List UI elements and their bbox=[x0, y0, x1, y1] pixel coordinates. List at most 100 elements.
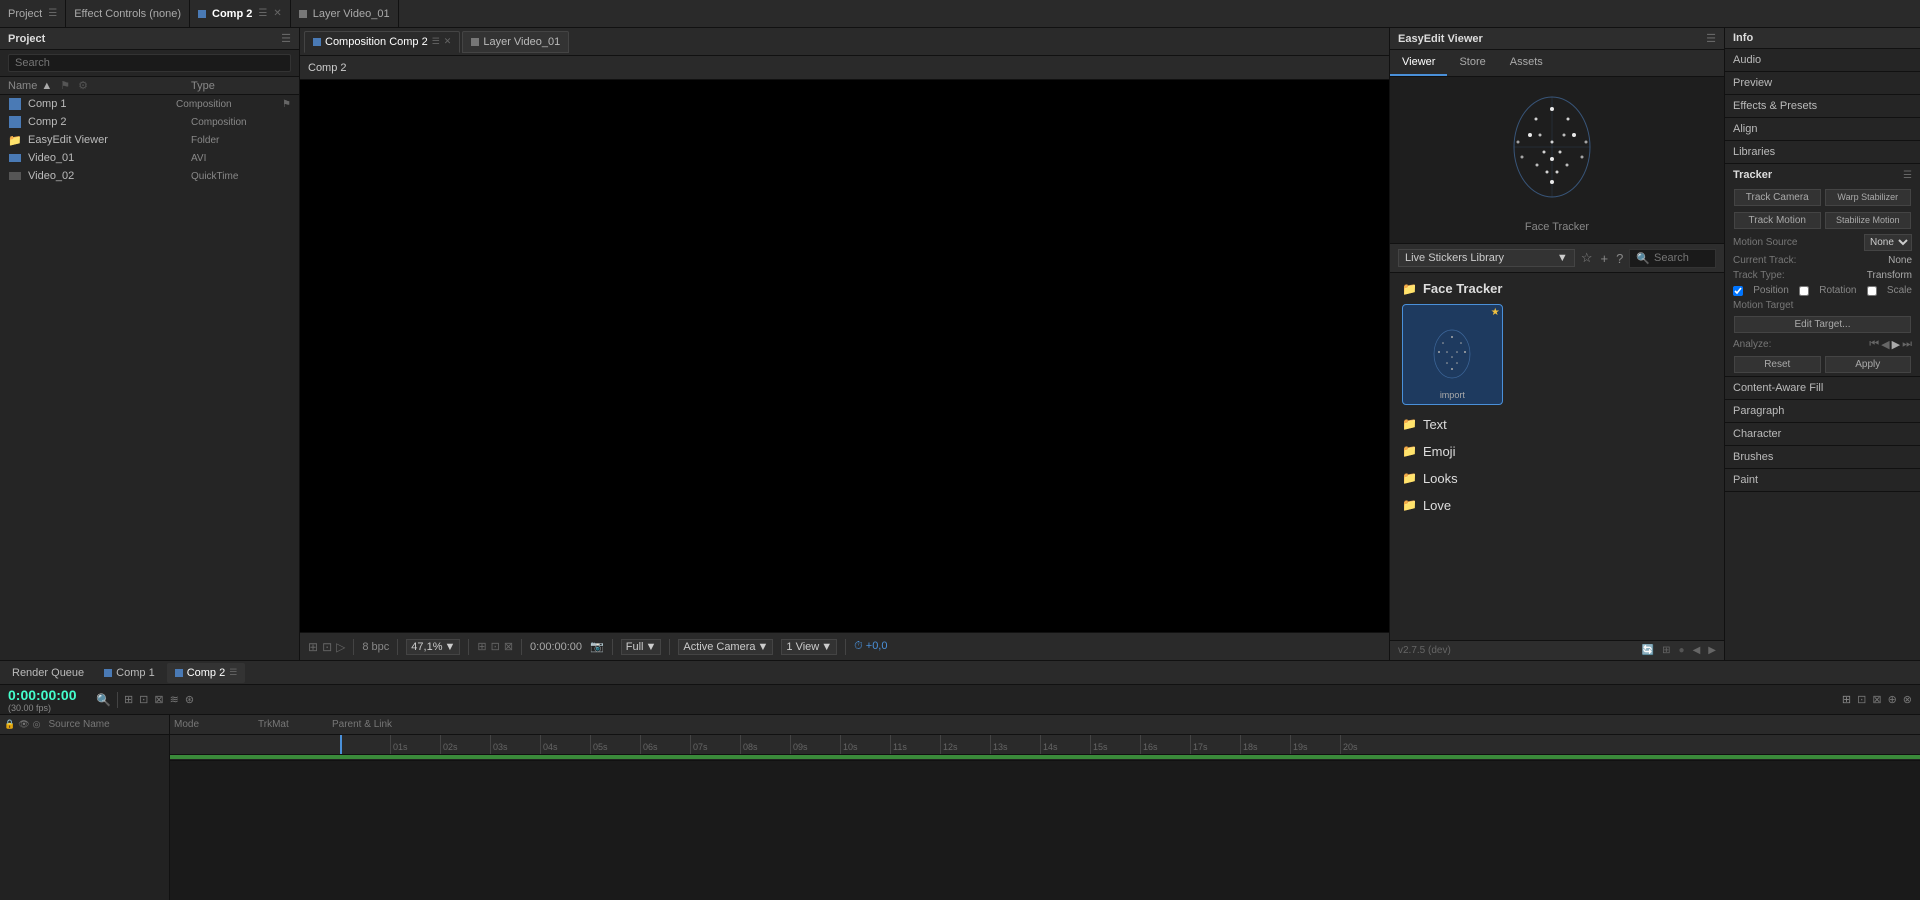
video01-icon bbox=[8, 151, 22, 165]
version-label: v2.7.5 (dev) bbox=[1398, 645, 1451, 656]
position-checkbox[interactable] bbox=[1733, 286, 1743, 296]
resolution-dropdown[interactable]: Full ▼ bbox=[621, 639, 662, 655]
reset-btn[interactable]: Reset bbox=[1734, 356, 1821, 373]
effect-controls-label: Effect Controls (none) bbox=[74, 8, 181, 20]
brushes-title[interactable]: Brushes bbox=[1725, 446, 1920, 468]
help-icon[interactable]: ? bbox=[1614, 249, 1625, 268]
comp2-timeline-label: Comp 2 bbox=[187, 667, 226, 679]
comp2-tab-close[interactable]: ✕ bbox=[444, 36, 452, 47]
frame-icon: ⊞ bbox=[308, 640, 318, 654]
tracker-menu[interactable]: ☰ bbox=[1903, 170, 1912, 181]
face-tracker-label: Face Tracker bbox=[1525, 221, 1589, 233]
project-item-easyedit[interactable]: 📁 EasyEdit Viewer Folder bbox=[0, 131, 299, 149]
paragraph-title[interactable]: Paragraph bbox=[1725, 400, 1920, 422]
cat-looks-label: Looks bbox=[1423, 471, 1458, 486]
easiedit-menu[interactable]: ☰ bbox=[1706, 32, 1716, 45]
video01-type: AVI bbox=[191, 153, 291, 164]
library-search-input[interactable] bbox=[1654, 252, 1709, 264]
preview-title[interactable]: Preview bbox=[1725, 72, 1920, 94]
layer-tab-section[interactable]: Layer Video_01 bbox=[291, 0, 399, 27]
trkmat-col: TrkMat bbox=[258, 719, 308, 730]
nav-next-icon[interactable]: ▶ bbox=[1708, 645, 1716, 656]
comp-tab-close[interactable]: ✕ bbox=[273, 8, 281, 19]
comp-tab-section[interactable]: Comp 2 ☰ ✕ bbox=[190, 0, 291, 27]
face-tracker-svg bbox=[1492, 87, 1612, 207]
search-icon: 🔍 bbox=[1636, 252, 1650, 265]
scale-checkbox[interactable] bbox=[1867, 286, 1877, 296]
camera-dropdown[interactable]: Active Camera ▼ bbox=[678, 639, 773, 655]
ruler-14s: 14s bbox=[1040, 735, 1090, 754]
stabilize-motion-btn[interactable]: Stabilize Motion bbox=[1825, 212, 1912, 229]
effects-title[interactable]: Effects & Presets bbox=[1725, 95, 1920, 117]
track-motion-btn[interactable]: Track Motion bbox=[1734, 212, 1821, 229]
character-title[interactable]: Character bbox=[1725, 423, 1920, 445]
tab-store[interactable]: Store bbox=[1447, 50, 1497, 76]
project-search-input[interactable] bbox=[8, 54, 291, 72]
timeline-playhead[interactable] bbox=[340, 735, 342, 754]
project-menu-icon[interactable]: ☰ bbox=[281, 32, 291, 45]
grid-view-icon[interactable]: ⊞ bbox=[1662, 645, 1670, 656]
zoom-dropdown[interactable]: 47,1% ▼ bbox=[406, 639, 460, 655]
ruler-9s: 09s bbox=[790, 735, 840, 754]
tracker-label: Tracker bbox=[1733, 169, 1772, 181]
rotation-checkbox[interactable] bbox=[1799, 286, 1809, 296]
comp-tab-comp2[interactable]: Composition Comp 2 ☰ ✕ bbox=[304, 31, 460, 53]
project-item-comp2[interactable]: Comp 2 Composition bbox=[0, 113, 299, 131]
scale-label: Scale bbox=[1887, 285, 1912, 296]
import-preview-svg bbox=[1425, 327, 1480, 382]
cat-emoji-header[interactable]: 📁 Emoji bbox=[1394, 440, 1720, 463]
comp1-name: Comp 1 bbox=[28, 98, 170, 110]
track-area-container: Mode TrkMat Parent & Link 01s 02s 03s 04… bbox=[170, 715, 1920, 900]
tab-comp2-timeline[interactable]: Comp 2 ☰ bbox=[167, 663, 246, 683]
tab-render-queue[interactable]: Render Queue bbox=[4, 663, 92, 683]
tab-viewer[interactable]: Viewer bbox=[1390, 50, 1447, 76]
add-icon[interactable]: + bbox=[1598, 249, 1610, 268]
comp-tab-layer[interactable]: Layer Video_01 bbox=[462, 31, 569, 53]
refresh-icon[interactable]: 🔄 bbox=[1642, 645, 1654, 656]
align-title[interactable]: Align bbox=[1725, 118, 1920, 140]
sticker-list: 📁 Face Tracker ★ bbox=[1390, 273, 1724, 640]
preview-play-icon[interactable]: ⊞ bbox=[1842, 693, 1851, 706]
cat-love-header[interactable]: 📁 Love bbox=[1394, 494, 1720, 517]
library-dropdown[interactable]: Live Stickers Library ▼ bbox=[1398, 249, 1575, 267]
edit-target-btn[interactable]: Edit Target... bbox=[1734, 316, 1911, 333]
tracker-section-title[interactable]: Tracker ☰ bbox=[1725, 164, 1920, 186]
tab-comp1[interactable]: Comp 1 bbox=[96, 663, 163, 683]
analyze-fwd-icon[interactable]: ▶ bbox=[1892, 338, 1900, 351]
project-item-comp1[interactable]: Comp 1 Composition ⚑ bbox=[0, 95, 299, 113]
analyze-end-icon[interactable]: ⏭ bbox=[1902, 338, 1912, 351]
tab-assets[interactable]: Assets bbox=[1498, 50, 1555, 76]
cat-face-tracker-header[interactable]: 📁 Face Tracker bbox=[1394, 277, 1720, 300]
ruler-4s: 04s bbox=[540, 735, 590, 754]
import-label: import bbox=[1440, 390, 1465, 400]
project-tab-section[interactable]: Project ☰ bbox=[0, 0, 66, 27]
cat-looks-header[interactable]: 📁 Looks bbox=[1394, 467, 1720, 490]
current-track-row: Current Track: None bbox=[1725, 253, 1920, 268]
libraries-title[interactable]: Libraries bbox=[1725, 141, 1920, 163]
motion-source-select[interactable]: None bbox=[1864, 234, 1912, 251]
motion-target-label: Motion Target bbox=[1733, 300, 1793, 311]
cat-text-header[interactable]: 📁 Text bbox=[1394, 413, 1720, 436]
warp-stabilizer-btn[interactable]: Warp Stabilizer bbox=[1825, 189, 1912, 206]
comp2-tab-menu[interactable]: ☰ bbox=[432, 36, 440, 47]
track-camera-btn[interactable]: Track Camera bbox=[1734, 189, 1821, 206]
comp2-timeline-menu[interactable]: ☰ bbox=[229, 667, 237, 678]
nav-prev-icon[interactable]: ◀ bbox=[1693, 645, 1701, 656]
sticker-item-import[interactable]: ★ bbox=[1402, 304, 1503, 405]
analyze-back-icon[interactable]: ◀ bbox=[1881, 338, 1889, 351]
analyze-prev-icon[interactable]: ⏮ bbox=[1869, 338, 1879, 351]
effect-controls-section[interactable]: Effect Controls (none) bbox=[66, 0, 190, 27]
layout-dropdown[interactable]: 1 View ▼ bbox=[781, 639, 837, 655]
project-item-video02[interactable]: Video_02 QuickTime bbox=[0, 167, 299, 185]
search-timeline-icon[interactable]: 🔍 bbox=[96, 693, 111, 707]
content-aware-title[interactable]: Content-Aware Fill bbox=[1725, 377, 1920, 399]
paint-title[interactable]: Paint bbox=[1725, 469, 1920, 491]
star-icon[interactable]: ☆ bbox=[1579, 248, 1595, 268]
comp-canvas[interactable] bbox=[300, 80, 1389, 632]
ruler-3s: 03s bbox=[490, 735, 540, 754]
audio-title[interactable]: Audio bbox=[1725, 49, 1920, 71]
apply-btn[interactable]: Apply bbox=[1825, 356, 1912, 373]
project-item-video01[interactable]: Video_01 AVI bbox=[0, 149, 299, 167]
section-audio: Audio bbox=[1725, 49, 1920, 72]
parent-col: Parent & Link bbox=[332, 719, 392, 730]
